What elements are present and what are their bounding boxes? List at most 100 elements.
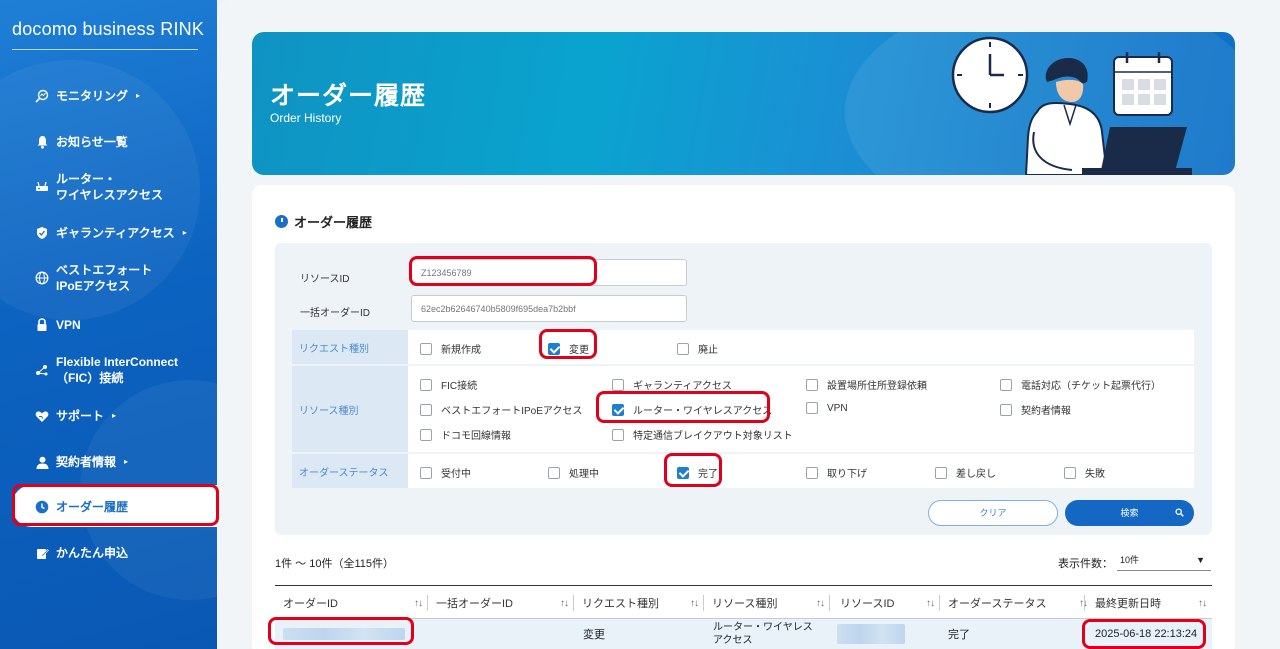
order-status-label: オーダーステータス bbox=[292, 454, 408, 488]
checkbox-icon bbox=[1000, 378, 1012, 391]
column-order-id[interactable]: オーダーID ↑↓ bbox=[275, 586, 428, 620]
resource-type-label: リソース種別 bbox=[292, 366, 408, 452]
checkbox-breakout-list[interactable]: 特定通信ブレイクアウト対象リスト bbox=[612, 427, 793, 442]
checkbox-phone-support[interactable]: 電話対応（チケット起票代行） bbox=[1000, 377, 1161, 392]
checkbox-icon bbox=[420, 378, 432, 391]
bell-icon bbox=[34, 134, 50, 150]
checkbox-icon bbox=[420, 428, 432, 441]
checkbox-icon bbox=[806, 378, 818, 391]
sort-icon[interactable]: ↑↓ bbox=[926, 598, 935, 609]
sidebar-item-label: Flexible InterConnect （FIC）接続 bbox=[56, 355, 179, 385]
checkbox-icon bbox=[1000, 403, 1012, 416]
router-icon bbox=[34, 179, 50, 195]
sidebar-item-label: ギャランティアクセス bbox=[56, 226, 175, 240]
column-resource-id[interactable]: リソースID ↑↓ bbox=[830, 586, 940, 620]
checkbox-icon bbox=[935, 466, 947, 479]
per-page-label: 表示件数： bbox=[1058, 558, 1113, 570]
redacted-value bbox=[837, 624, 905, 644]
sidebar-item-label: オーダー履歴 bbox=[56, 500, 129, 514]
column-resource-type[interactable]: リソース種別 ↑↓ bbox=[704, 586, 830, 620]
resource-id-input[interactable] bbox=[411, 259, 687, 286]
checkbox-fic[interactable]: FIC接続 bbox=[420, 377, 477, 392]
column-bulk-order-id[interactable]: 一括オーダーID ↑↓ bbox=[428, 586, 574, 620]
checkbox-processing[interactable]: 処理中 bbox=[548, 465, 599, 480]
checkbox-new[interactable]: 新規作成 bbox=[420, 341, 481, 356]
sidebar-item-monitoring[interactable]: モニタリング ▸ bbox=[34, 88, 140, 104]
resource-type-row: リソース種別 FIC接続 ギャランティアクセス 設置場所住所登録依頼 電話対応（… bbox=[292, 366, 1194, 452]
chevron-right-icon: ▸ bbox=[136, 91, 141, 100]
resource-id-label: リソースID bbox=[300, 274, 350, 285]
sidebar-item-support[interactable]: サポート ▸ bbox=[34, 408, 116, 424]
sidebar-item-contractor[interactable]: 契約者情報 ▸ bbox=[34, 454, 128, 470]
checkbox-icon bbox=[677, 342, 689, 355]
sidebar-item-label: サポート bbox=[56, 409, 105, 423]
checkbox-abolish[interactable]: 廃止 bbox=[677, 341, 718, 356]
magnify-chart-icon bbox=[34, 88, 50, 104]
checkbox-site-address[interactable]: 設置場所住所登録依頼 bbox=[806, 377, 927, 392]
table-row[interactable]: 変更 ルーター・ワイヤレス アクセス 完了 2025-06-18 22:13:2… bbox=[275, 619, 1212, 649]
checkbox-checked-icon bbox=[548, 342, 560, 355]
section-title: オーダー履歴 bbox=[275, 212, 372, 231]
checkbox-ipoe[interactable]: ベストエフォートIPoEアクセス bbox=[420, 402, 582, 417]
sidebar-item-label: ルーター・ ワイヤレスアクセス bbox=[56, 172, 164, 202]
sidebar-item-easy-apply[interactable]: かんたん申込 bbox=[34, 545, 128, 561]
checkbox-withdrawn[interactable]: 取り下げ bbox=[806, 465, 867, 480]
sidebar-item-label: ベストエフォート IPoEアクセス bbox=[56, 263, 153, 293]
sidebar-item-fic[interactable]: Flexible InterConnect （FIC）接続 bbox=[34, 354, 178, 386]
checkbox-received[interactable]: 受付中 bbox=[420, 465, 471, 480]
per-page-select[interactable]: 10件 ▼ bbox=[1117, 549, 1211, 571]
column-order-status[interactable]: オーダーステータス ↑↓ bbox=[940, 586, 1088, 620]
search-button[interactable]: 検索 bbox=[1065, 500, 1194, 526]
globe-icon bbox=[34, 270, 50, 286]
checkbox-icon bbox=[548, 466, 560, 479]
checkbox-icon bbox=[1064, 466, 1076, 479]
network-icon bbox=[34, 362, 50, 378]
bulk-order-id-input[interactable] bbox=[411, 295, 687, 322]
sort-icon[interactable]: ↑↓ bbox=[560, 598, 569, 609]
column-request-type[interactable]: リクエスト種別 ↑↓ bbox=[574, 586, 704, 620]
sidebar-item-vpn[interactable]: VPN bbox=[34, 317, 81, 333]
checkbox-docomo-line[interactable]: ドコモ回線情報 bbox=[420, 427, 511, 442]
sidebar-item-label: 契約者情報 bbox=[56, 455, 117, 469]
bulk-order-id-label: 一括オーダーID bbox=[300, 308, 370, 319]
cell-order-id[interactable] bbox=[283, 619, 413, 649]
sort-icon[interactable]: ↑↓ bbox=[816, 598, 825, 609]
checkbox-guaranty[interactable]: ギャランティアクセス bbox=[612, 377, 732, 392]
checkbox-change[interactable]: 変更 bbox=[548, 341, 589, 356]
clock-icon bbox=[34, 499, 50, 515]
checkbox-contractor[interactable]: 契約者情報 bbox=[1000, 402, 1071, 417]
sort-icon[interactable]: ↑↓ bbox=[1198, 598, 1207, 609]
cell-resource-id bbox=[837, 619, 927, 649]
column-last-updated[interactable]: 最終更新日時 ↑↓ bbox=[1085, 586, 1212, 620]
checkbox-returned[interactable]: 差し戻し bbox=[935, 465, 996, 480]
checkbox-completed[interactable]: 完了 bbox=[677, 465, 718, 480]
sidebar-item-label: かんたん申込 bbox=[56, 546, 129, 560]
dropdown-triangle-icon: ▼ bbox=[1196, 555, 1205, 565]
checkbox-icon bbox=[612, 428, 624, 441]
checkbox-icon bbox=[806, 402, 818, 414]
checkbox-icon bbox=[420, 466, 432, 479]
clear-button[interactable]: クリア bbox=[928, 500, 1058, 526]
result-count: 1件 〜 10件（全115件） bbox=[275, 558, 395, 570]
clock-icon bbox=[275, 215, 288, 228]
sidebar-item-ipoe[interactable]: ベストエフォート IPoEアクセス bbox=[34, 262, 152, 294]
shield-icon bbox=[34, 225, 50, 241]
checkbox-icon bbox=[420, 403, 432, 416]
sidebar-item-notices[interactable]: お知らせ一覧 bbox=[34, 134, 128, 150]
order-status-row: オーダーステータス 受付中 処理中 完了 取り下げ 差し戻し 失敗 bbox=[292, 454, 1194, 488]
results-table-header: オーダーID ↑↓ 一括オーダーID ↑↓ リクエスト種別 ↑↓ リソース種別 ↑↓ リ… bbox=[275, 585, 1212, 619]
checkbox-checked-icon bbox=[677, 466, 689, 479]
brand-divider bbox=[12, 49, 198, 50]
checkbox-router-wireless[interactable]: ルーター・ワイヤレスアクセス bbox=[612, 402, 772, 417]
sort-icon[interactable]: ↑↓ bbox=[414, 598, 423, 609]
sidebar-item-guaranty[interactable]: ギャランティアクセス ▸ bbox=[34, 225, 187, 241]
main-panel: オーダー履歴 Order History オーダー履歴 リソースID Z1234… bbox=[217, 0, 1280, 649]
sidebar: docomo business RINK モニタリング ▸ お知らせ一覧 ルータ… bbox=[0, 0, 217, 649]
sidebar-item-router-wireless[interactable]: ルーター・ ワイヤレスアクセス bbox=[34, 171, 163, 203]
checkbox-vpn[interactable]: VPN bbox=[806, 402, 848, 414]
chevron-right-icon: ▸ bbox=[182, 228, 187, 237]
checkbox-failed[interactable]: 失敗 bbox=[1064, 465, 1105, 480]
checkbox-icon bbox=[806, 466, 818, 479]
sort-icon[interactable]: ↑↓ bbox=[690, 598, 699, 609]
sidebar-item-order-history[interactable]: オーダー履歴 bbox=[34, 499, 128, 515]
